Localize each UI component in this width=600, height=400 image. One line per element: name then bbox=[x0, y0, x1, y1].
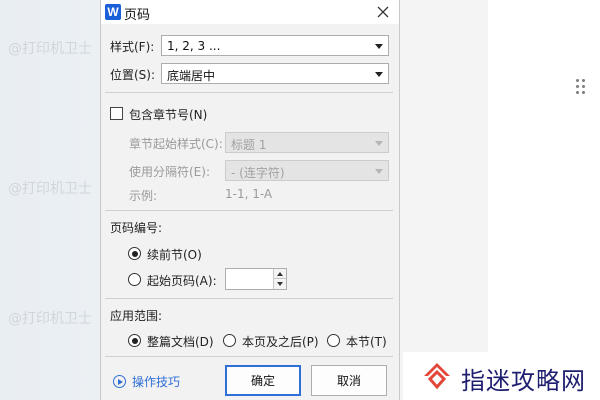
apply-section-label: 应用范围: bbox=[110, 309, 163, 323]
close-icon bbox=[377, 6, 389, 18]
apply-this-page-onward-radio[interactable] bbox=[223, 334, 236, 347]
style-select[interactable]: 1, 2, 3 ... bbox=[161, 35, 389, 56]
chevron-down-icon bbox=[375, 141, 383, 146]
chevron-down-icon bbox=[375, 169, 383, 174]
brand-name: 指迷攻略网 bbox=[461, 367, 586, 395]
watermark: @打印机卫士 bbox=[8, 181, 92, 197]
apply-whole-document-radio[interactable] bbox=[128, 334, 141, 347]
separator-select[interactable]: - (连字符) bbox=[225, 160, 389, 181]
chevron-down-icon bbox=[375, 72, 383, 77]
separator-label: 使用分隔符(E): bbox=[129, 165, 210, 179]
close-button[interactable] bbox=[367, 0, 399, 24]
position-label: 位置(S): bbox=[110, 68, 156, 82]
apply-this-section-radio[interactable] bbox=[327, 334, 340, 347]
chapter-start-style-value: 标题 1 bbox=[231, 138, 267, 152]
chapter-start-style-label: 章节起始样式(C): bbox=[129, 137, 223, 151]
apply-this-section-label: 本节(T) bbox=[346, 335, 387, 349]
example-label: 示例: bbox=[129, 189, 158, 203]
ok-button[interactable]: 确定 bbox=[225, 365, 301, 396]
continue-radio[interactable] bbox=[128, 247, 141, 260]
brand-logo-icon bbox=[424, 363, 450, 390]
drag-handle-icon[interactable] bbox=[576, 79, 586, 95]
include-chapter-checkbox[interactable] bbox=[110, 107, 123, 120]
numbering-section-label: 页码编号: bbox=[110, 221, 163, 235]
divider bbox=[105, 92, 393, 93]
example-value: 1-1, 1-A bbox=[225, 187, 273, 201]
continue-label: 续前节(O) bbox=[147, 248, 202, 262]
dialog-titlebar[interactable]: W 页码 bbox=[101, 0, 399, 24]
watermark: @打印机卫士 bbox=[8, 41, 92, 57]
chevron-down-icon bbox=[375, 44, 383, 49]
cancel-button[interactable]: 取消 bbox=[311, 365, 387, 396]
wps-writer-icon: W bbox=[105, 4, 121, 20]
apply-this-page-onward-label: 本页及之后(P) bbox=[242, 335, 319, 349]
position-select[interactable]: 底端居中 bbox=[161, 63, 389, 84]
include-chapter-label: 包含章节号(N) bbox=[129, 108, 208, 122]
divider bbox=[105, 298, 393, 299]
spin-up-icon[interactable] bbox=[273, 269, 286, 279]
tips-link[interactable]: 操作技巧 bbox=[132, 373, 180, 390]
brand-badge: 指迷攻略网 bbox=[403, 352, 600, 400]
page-number-dialog: W 页码 样式(F): 1, 2, 3 ... 位置(S): 底端居中 包含章节… bbox=[100, 0, 400, 400]
position-select-value: 底端居中 bbox=[167, 69, 216, 83]
start-at-label: 起始页码(A): bbox=[147, 274, 217, 288]
divider bbox=[105, 210, 393, 211]
dialog-title: 页码 bbox=[124, 8, 151, 23]
style-select-value: 1, 2, 3 ... bbox=[167, 39, 221, 53]
apply-whole-document-label: 整篇文档(D) bbox=[147, 335, 214, 349]
start-page-stepper[interactable] bbox=[225, 268, 287, 290]
divider bbox=[105, 356, 393, 357]
play-tips-icon[interactable] bbox=[113, 375, 126, 388]
chapter-start-style-select[interactable]: 标题 1 bbox=[225, 132, 389, 153]
separator-value: - (连字符) bbox=[231, 166, 285, 180]
style-label: 样式(F): bbox=[110, 40, 155, 54]
start-at-radio[interactable] bbox=[128, 273, 141, 286]
watermark: @打印机卫士 bbox=[8, 311, 92, 327]
spin-down-icon[interactable] bbox=[273, 279, 286, 289]
document-page bbox=[488, 0, 600, 352]
